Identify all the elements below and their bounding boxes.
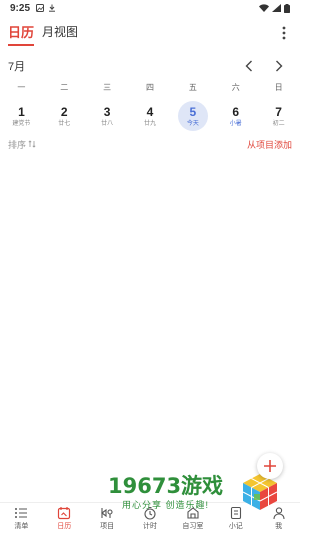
wifi-icon	[259, 4, 269, 12]
nav-label: 小记	[228, 522, 243, 530]
sort-button[interactable]: 排序	[8, 138, 36, 151]
watermark-title: 19673游戏	[108, 474, 224, 498]
month-nav-buttons	[242, 59, 292, 73]
add-task-button[interactable]	[257, 453, 283, 479]
date-cell[interactable]: 3 廿八	[86, 99, 129, 133]
status-bar: 9:25	[0, 0, 300, 16]
chevron-right-icon	[276, 60, 283, 72]
nav-label: 我	[275, 522, 283, 530]
date-number: 6	[232, 104, 240, 119]
nav-item-list[interactable]: 清单	[0, 503, 43, 533]
date-lunar-label: 廿八	[101, 120, 114, 127]
date-number: 4	[146, 104, 154, 119]
week-dates: 1 建党节 2 廿七 3 廿八 4 廿九 5 今天 6 小暑 7 初二	[0, 99, 300, 133]
weekday-label: 五	[188, 83, 197, 92]
date-cell[interactable]: 7 初二	[257, 99, 300, 133]
calendar-icon	[58, 506, 71, 519]
date-number: 1	[18, 104, 25, 119]
date-lunar-label: 廿七	[58, 120, 71, 127]
add-from-project-link[interactable]: 从项目添加	[247, 138, 292, 151]
top-bar: 日历 月视图	[0, 20, 300, 46]
gallery-icon	[36, 4, 45, 12]
date-solar-term-label: 小暑	[229, 120, 242, 127]
date-cell[interactable]: 4 廿九	[129, 99, 172, 133]
more-options-button[interactable]	[276, 25, 292, 41]
nav-label: 自习室	[182, 522, 204, 530]
next-week-button[interactable]	[272, 59, 286, 73]
chevron-left-icon	[245, 60, 252, 72]
tab-calendar[interactable]: 日历	[8, 22, 35, 46]
sort-icon	[28, 140, 36, 148]
weekday-label: 日	[274, 83, 283, 92]
nav-label: 项目	[100, 522, 115, 530]
date-cell[interactable]: 1 建党节	[0, 99, 43, 133]
weekday-label: 一	[17, 83, 26, 92]
more-vertical-icon	[282, 26, 286, 40]
signal-icon	[272, 4, 281, 12]
download-icon	[49, 4, 56, 12]
sort-label: 排序	[8, 139, 27, 150]
task-toolbar: 排序 从项目添加	[0, 137, 300, 151]
date-number: 3	[103, 104, 111, 119]
date-lunar-label: 廿九	[143, 120, 156, 127]
nav-label: 计时	[142, 522, 157, 530]
month-label: 7月	[8, 61, 26, 73]
date-lunar-label: 初二	[272, 120, 285, 127]
date-lunar-label: 今天	[186, 120, 199, 127]
month-navigation: 7月	[0, 56, 300, 76]
weekday-label: 二	[60, 83, 69, 92]
status-left-icons	[36, 4, 56, 12]
weekday-label: 六	[231, 83, 240, 92]
nav-label: 清单	[14, 522, 29, 530]
date-number: 5	[189, 104, 197, 119]
date-number: 7	[275, 104, 282, 119]
list-icon	[15, 507, 28, 518]
nav-item-calendar[interactable]: 日历	[43, 503, 86, 533]
watermark-logo: 19673游戏 用心分享 创造乐趣!	[108, 470, 286, 512]
nav-label: 日历	[57, 522, 72, 530]
weekday-label: 三	[103, 83, 112, 92]
status-right-icons	[259, 3, 290, 13]
date-lunar-label: 建党节	[12, 120, 31, 127]
weekday-header: 一 二 三 四 五 六 日	[0, 82, 300, 96]
watermark-slogan: 用心分享 创造乐趣!	[122, 500, 210, 510]
date-cell[interactable]: 6 小暑	[214, 99, 257, 133]
plus-icon	[264, 460, 276, 472]
date-cell-today[interactable]: 5 今天	[171, 99, 214, 133]
weekday-label: 四	[145, 83, 154, 92]
date-number: 2	[60, 104, 68, 119]
tab-month-view[interactable]: 月视图	[42, 23, 78, 43]
battery-icon	[284, 3, 290, 13]
previous-week-button[interactable]	[242, 59, 256, 73]
date-cell[interactable]: 2 廿七	[43, 99, 86, 133]
status-time: 9:25	[10, 2, 31, 14]
